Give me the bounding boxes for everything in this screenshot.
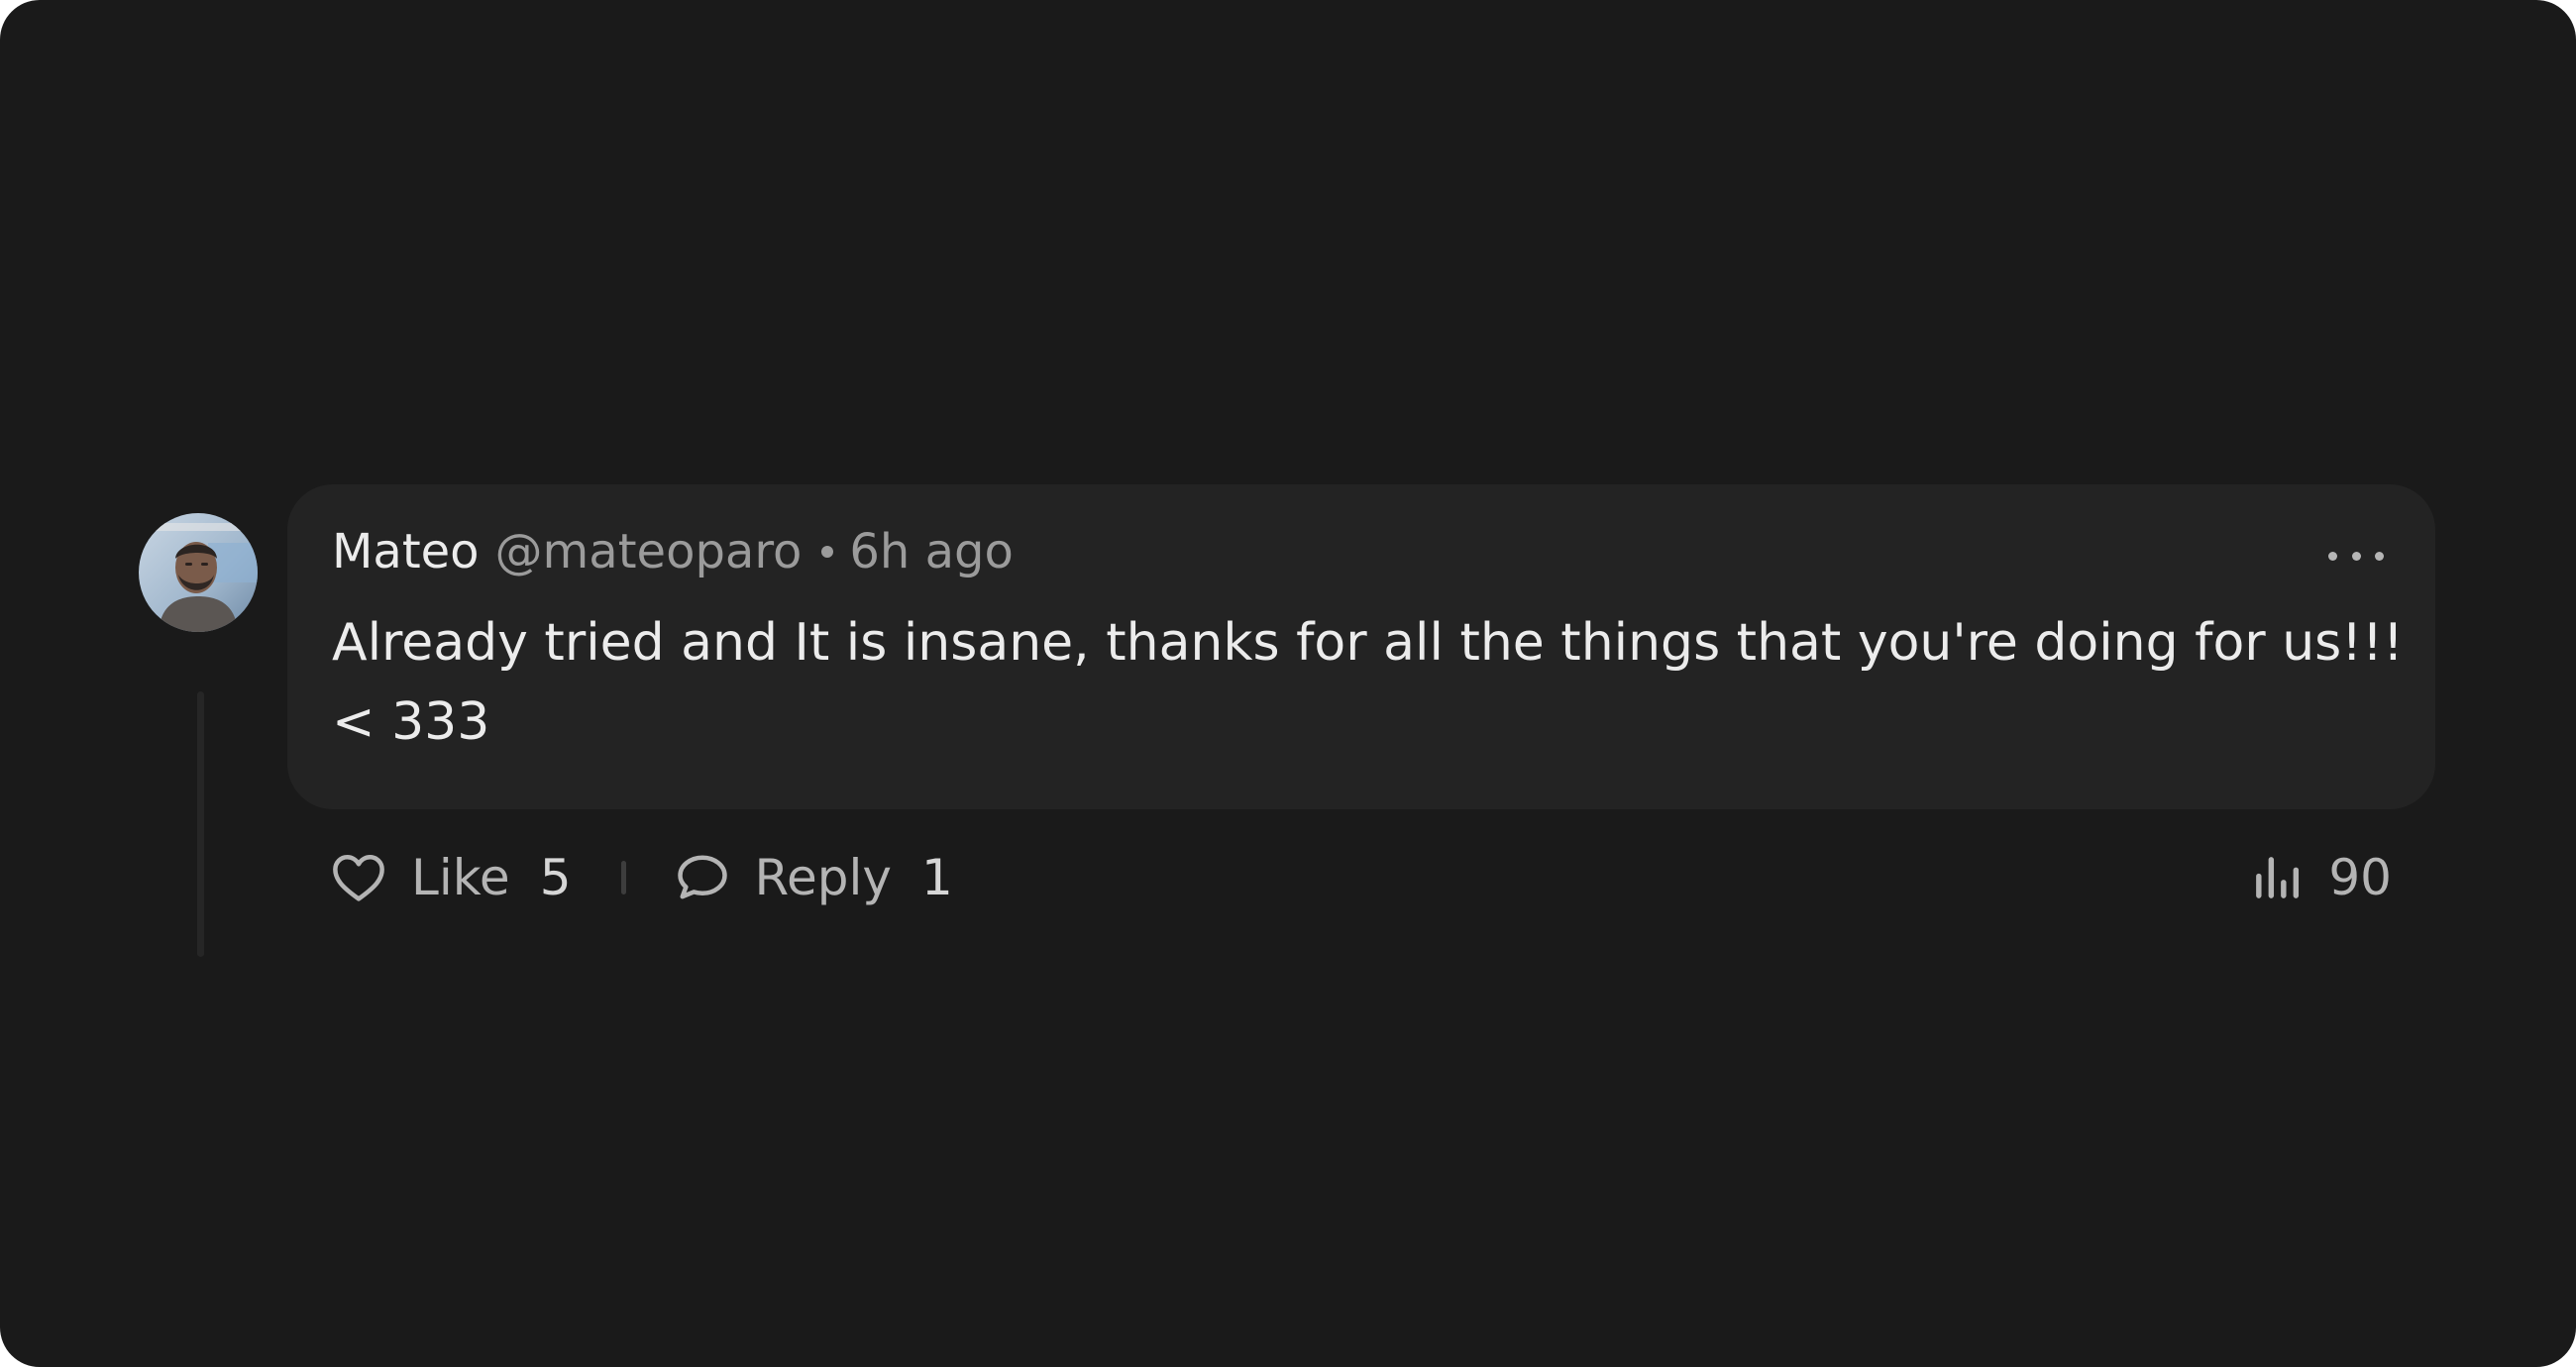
like-count: 5	[539, 849, 572, 906]
comment-body-line: < 333	[332, 692, 490, 752]
reply-label: Reply	[754, 849, 892, 906]
comment-card-canvas: Mateo @mateoparo 6h ago Already tried an…	[0, 0, 2576, 1367]
like-label: Like	[411, 849, 510, 906]
like-button[interactable]: Like 5	[332, 849, 572, 906]
author-avatar[interactable]	[139, 513, 258, 632]
comment-actions: Like 5 Reply 1	[332, 843, 953, 912]
bar-chart-icon	[2256, 857, 2300, 898]
comment-header: Mateo @mateoparo 6h ago	[332, 520, 1014, 583]
thread-line	[197, 691, 204, 957]
separator-dot	[821, 546, 834, 558]
views-count: 90	[2328, 849, 2392, 906]
views-counter[interactable]: 90	[2253, 843, 2392, 912]
author-handle[interactable]: @mateoparo	[495, 520, 803, 583]
more-horizontal-icon-dot	[2375, 551, 2384, 561]
heart-icon	[333, 855, 384, 901]
actions-divider	[620, 861, 626, 894]
author-name[interactable]: Mateo	[332, 520, 480, 583]
reply-count: 1	[920, 849, 953, 906]
more-horizontal-icon-dot	[2351, 551, 2361, 561]
speech-bubble-icon	[677, 855, 727, 899]
avatar-photo-icon	[139, 513, 258, 632]
comment-body: Already tried and It is insane, thanks f…	[332, 603, 2404, 762]
reply-button[interactable]: Reply 1	[676, 849, 953, 906]
comment-body-line: Already tried and It is insane, thanks f…	[332, 613, 2404, 673]
more-options-button[interactable]	[2328, 544, 2384, 568]
more-horizontal-icon-dot	[2328, 551, 2337, 561]
comment-bubble: Mateo @mateoparo 6h ago Already tried an…	[287, 484, 2435, 809]
timestamp: 6h ago	[849, 524, 1014, 579]
